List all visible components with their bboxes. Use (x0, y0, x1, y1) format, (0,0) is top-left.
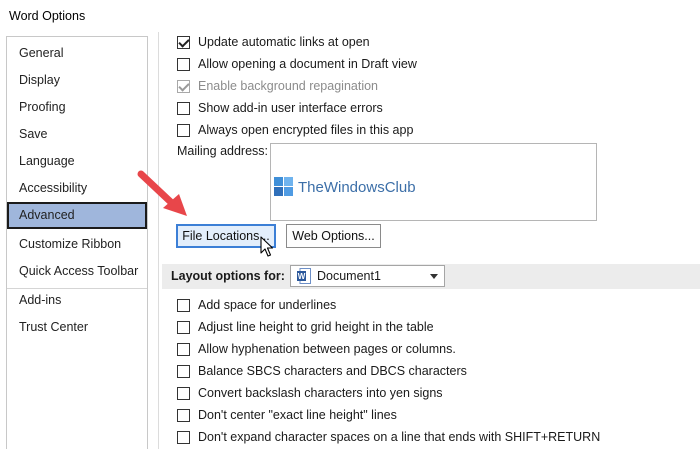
option-hyphenation[interactable]: Allow hyphenation between pages or colum… (177, 340, 456, 358)
sidebar-item-trust-center[interactable]: Trust Center (7, 314, 147, 341)
checkbox[interactable] (177, 35, 190, 49)
option-label: Add space for underlines (198, 298, 337, 312)
checkbox[interactable] (177, 298, 190, 312)
option-encrypted-files[interactable]: Always open encrypted files in this app (177, 121, 413, 139)
option-update-links[interactable]: Update automatic links at open (177, 33, 370, 51)
option-center-exact-line[interactable]: Don't center "exact line height" lines (177, 406, 397, 424)
option-label: Balance SBCS characters and DBCS charact… (198, 364, 467, 378)
sidebar-item-language[interactable]: Language (7, 148, 147, 175)
sidebar-item-customize-ribbon[interactable]: Customize Ribbon (7, 231, 147, 258)
title-bar: Word Options (0, 0, 700, 32)
window-title: Word Options (9, 9, 86, 23)
checkbox (177, 79, 190, 93)
option-label: Update automatic links at open (198, 35, 370, 49)
svg-text:W: W (298, 272, 306, 281)
option-label: Allow opening a document in Draft view (198, 57, 417, 71)
checkbox[interactable] (177, 123, 190, 137)
option-expand-char-spaces[interactable]: Don't expand character spaces on a line … (177, 428, 600, 446)
checkbox[interactable] (177, 386, 190, 400)
document-select[interactable]: W Document1 (290, 265, 445, 287)
sidebar-item-save[interactable]: Save (7, 121, 147, 148)
checkbox[interactable] (177, 57, 190, 71)
sidebar: General Display Proofing Save Language A… (6, 36, 148, 449)
web-options-button[interactable]: Web Options... (286, 224, 381, 248)
checkbox[interactable] (177, 408, 190, 422)
sidebar-item-add-ins[interactable]: Add-ins (7, 287, 147, 314)
option-backslash-yen[interactable]: Convert backslash characters into yen si… (177, 384, 443, 402)
option-space-underlines[interactable]: Add space for underlines (177, 296, 336, 314)
sidebar-item-general[interactable]: General (7, 40, 147, 67)
checkbox[interactable] (177, 101, 190, 115)
mailing-address-label: Mailing address: (177, 144, 269, 158)
sidebar-item-advanced[interactable]: Advanced (7, 202, 147, 229)
watermark-text: TheWindowsClub (298, 178, 416, 196)
watermark: TheWindowsClub (274, 177, 416, 197)
option-label: Adjust line height to grid height in the… (198, 320, 434, 334)
option-balance-sbcs[interactable]: Balance SBCS characters and DBCS charact… (177, 362, 467, 380)
option-addin-errors[interactable]: Show add-in user interface errors (177, 99, 383, 117)
checkbox[interactable] (177, 430, 190, 444)
word-document-icon: W (297, 268, 311, 284)
windows-club-logo-icon (274, 177, 294, 197)
sidebar-item-proofing[interactable]: Proofing (7, 94, 147, 121)
checkbox[interactable] (177, 342, 190, 356)
mouse-cursor-icon (260, 236, 274, 257)
option-label: Enable background repagination (198, 79, 378, 93)
document-select-value: Document1 (317, 269, 381, 283)
option-draft-view[interactable]: Allow opening a document in Draft view (177, 55, 417, 73)
sidebar-item-quick-access-toolbar[interactable]: Quick Access Toolbar (7, 258, 147, 285)
annotation-arrow-icon (137, 170, 187, 216)
option-label: Allow hyphenation between pages or colum… (198, 342, 456, 356)
option-label: Don't center "exact line height" lines (198, 408, 397, 422)
chevron-down-icon[interactable] (430, 274, 438, 279)
checkbox[interactable] (177, 364, 190, 378)
option-label: Show add-in user interface errors (198, 101, 383, 115)
sidebar-item-display[interactable]: Display (7, 67, 147, 94)
layout-section-title: Layout options for: (171, 269, 285, 283)
content-divider (158, 32, 159, 449)
option-line-height-grid[interactable]: Adjust line height to grid height in the… (177, 318, 434, 336)
option-label: Don't expand character spaces on a line … (198, 430, 601, 444)
option-label: Convert backslash characters into yen si… (198, 386, 443, 400)
option-label: Always open encrypted files in this app (198, 123, 414, 137)
checkbox[interactable] (177, 320, 190, 334)
sidebar-item-accessibility[interactable]: Accessibility (7, 175, 147, 202)
option-background-repagination: Enable background repagination (177, 77, 378, 95)
